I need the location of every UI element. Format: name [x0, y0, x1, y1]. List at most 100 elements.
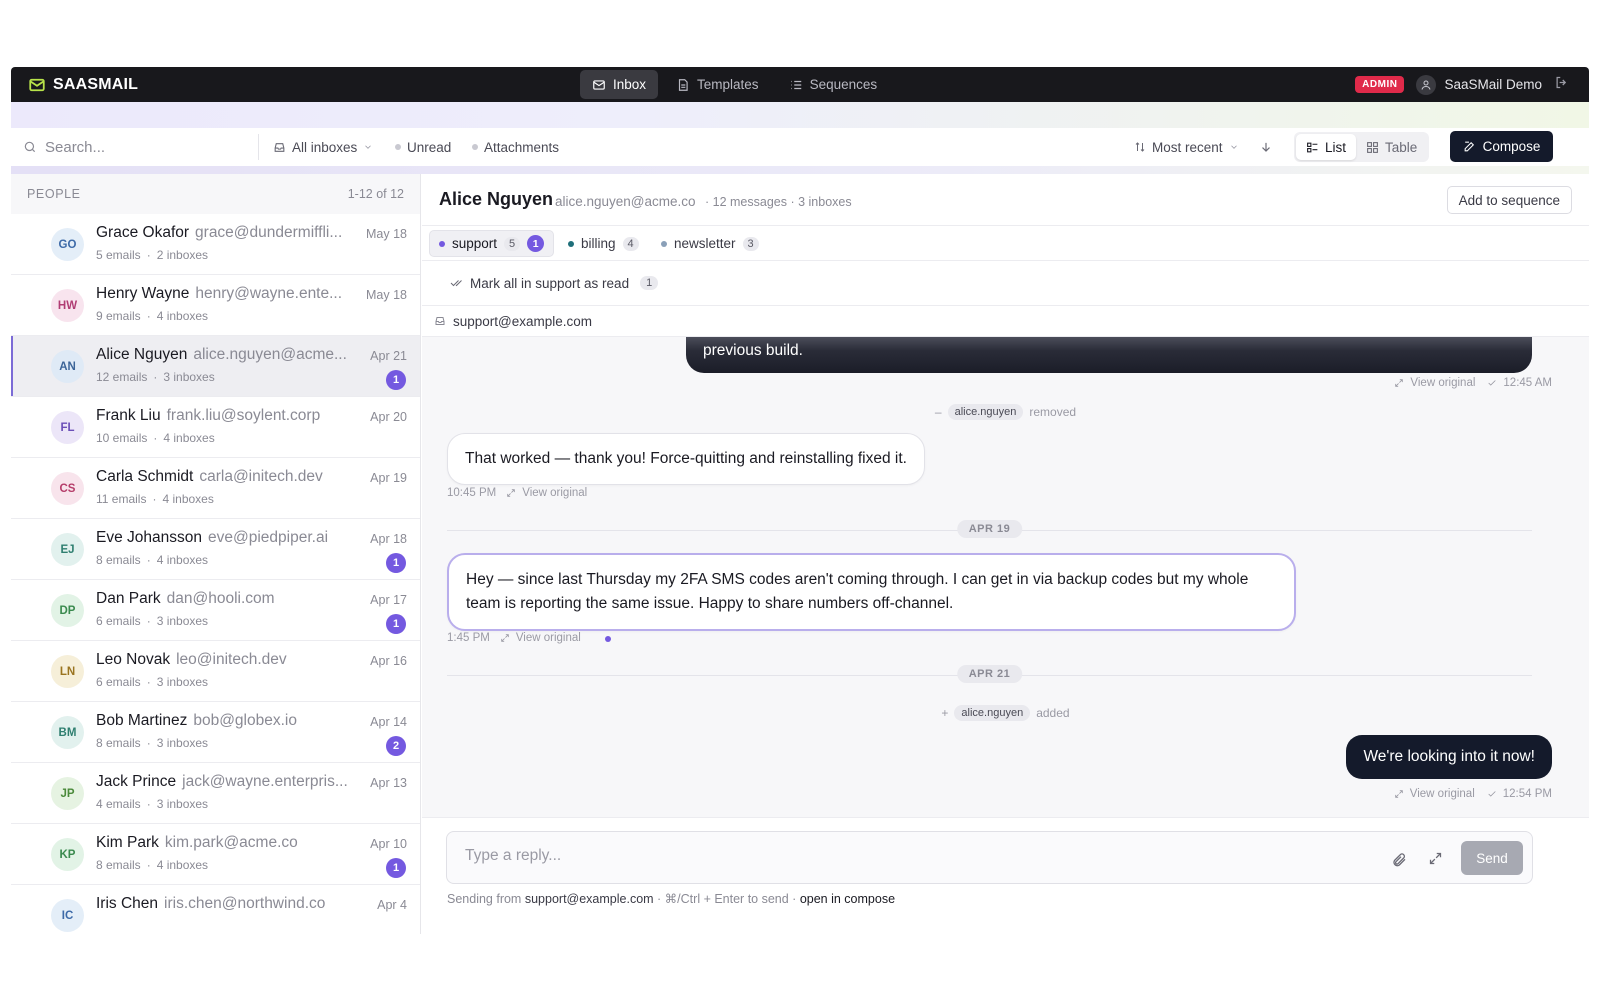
unread-filter-label: Unread [407, 139, 452, 155]
person-name: Dan Park [96, 590, 161, 607]
search-box[interactable]: Search... [23, 136, 253, 158]
unread-badge: 1 [386, 614, 406, 634]
person-meta: 9 emails · 4 inboxes [96, 309, 208, 323]
reply-input[interactable] [465, 847, 1265, 865]
person-row[interactable]: BM Bob Martinez bob@globex.io 8 emails · 3 in… [11, 702, 420, 763]
person-row[interactable]: KP Kim Park kim.park@acme.co 8 emails · 4 inb… [11, 824, 420, 885]
list-view-icon [1307, 142, 1318, 152]
people-count: 1-12 of 12 [347, 187, 404, 201]
person-row[interactable]: AN Alice Nguyen alice.nguyen@acme... 12 ema… [11, 336, 420, 397]
message-text: That worked — thank you! Force-quitting … [465, 450, 907, 467]
email-count: 8 emails [96, 736, 141, 750]
tab-count: 5 [504, 236, 521, 251]
tab-billing[interactable]: billing 4 [559, 230, 648, 257]
nav-inbox[interactable]: Inbox [580, 70, 659, 99]
paperclip-icon[interactable] [1391, 852, 1407, 868]
person-row[interactable]: LN Leo Novak leo@initech.dev 6 emails · 3 inb… [11, 641, 420, 702]
send-button[interactable]: Send [1461, 841, 1523, 875]
tab-unread-badge: 1 [527, 235, 545, 252]
mark-all-read-button[interactable]: Mark all in support as read 1 [422, 261, 1589, 306]
tab-support[interactable]: support 5 1 [429, 230, 555, 257]
search-icon [24, 141, 36, 153]
user-menu[interactable]: SaaSMail Demo [1416, 74, 1542, 95]
date-pill: APR 21 [956, 665, 1023, 683]
person-row[interactable]: DP Dan Park dan@hooli.com 6 emails · 3 inboxe… [11, 580, 420, 641]
inbox-count: 4 inboxes [156, 309, 209, 323]
hint-from-address: support@example.com [524, 892, 654, 906]
person-name-line: Leo Novak leo@initech.dev [96, 651, 358, 669]
person-row[interactable]: EJ Eve Johansson eve@piedpiper.ai 8 emails ·… [11, 519, 420, 580]
message-meta: View original 12:54 PM [1394, 788, 1552, 800]
view-original-link[interactable]: View original [1410, 377, 1475, 389]
expand-icon[interactable] [1428, 851, 1443, 866]
message-time: 10:45 PM [447, 487, 497, 499]
person-email: bob@globex.io [193, 712, 297, 729]
search-input[interactable]: Search... [45, 139, 105, 156]
inbox-tabs: support 5 1 billing 4 newsletter 3 [422, 226, 1589, 261]
person-row[interactable]: HW Henry Wayne henry@wayne.ente... 9 emails… [11, 275, 420, 336]
view-table-button[interactable]: Table [1356, 134, 1427, 160]
tab-dot [439, 240, 445, 247]
incoming-message-unread: Hey — since last Thursday my 2FA SMS cod… [447, 553, 1296, 631]
people-list: GO Grace Okafor grace@dundermiffli... 5 ema… [11, 214, 420, 934]
mark-all-label: Mark all in support as read [470, 275, 630, 291]
view-list-label: List [1325, 139, 1347, 155]
compose-button[interactable]: Compose [1450, 131, 1553, 162]
person-date: May 18 [366, 288, 407, 302]
contact-email: alice.nguyen@acme.co [555, 194, 696, 209]
check-icon [1488, 380, 1497, 386]
meta-separator: · [146, 797, 151, 811]
person-date: Apr 19 [370, 471, 407, 485]
message-thread[interactable]: previous build. View original 12:45 AM –… [422, 337, 1589, 817]
person-date: Apr 14 [370, 715, 407, 729]
view-original-link[interactable]: View original [522, 487, 587, 499]
view-list-button[interactable]: List [1296, 134, 1357, 160]
date-pill: APR 19 [956, 520, 1023, 538]
nav-sequences[interactable]: Sequences [777, 70, 890, 99]
person-meta: 6 emails · 3 inboxes [96, 675, 208, 689]
nav-templates[interactable]: Templates [664, 70, 771, 99]
person-date: Apr 13 [370, 776, 407, 790]
person-name-line: Carla Schmidt carla@initech.dev [96, 468, 358, 486]
attachments-filter[interactable]: Attachments [472, 128, 559, 166]
person-email: eve@piedpiper.ai [208, 529, 329, 546]
person-email: dan@hooli.com [166, 590, 275, 607]
unread-badge: 1 [386, 858, 406, 878]
inbox-filter-dropdown[interactable]: All inboxes [273, 128, 373, 166]
reply-area: Send Sending from support@example.com · … [422, 817, 1589, 934]
person-row[interactable]: IC Iris Chen iris.chen@northwind.co Apr 4 [11, 885, 420, 934]
tab-newsletter[interactable]: newsletter 3 [652, 230, 768, 257]
inbox-count: 3 inboxes [156, 675, 209, 689]
person-row[interactable]: CS Carla Schmidt carla@initech.dev 11 email… [11, 458, 420, 519]
person-name: Henry Wayne [96, 285, 190, 302]
person-row[interactable]: FL Frank Liu frank.liu@soylent.corp 10 emai… [11, 397, 420, 458]
inbox-tray-icon [274, 142, 285, 152]
header-gradient [11, 102, 1589, 128]
add-to-sequence-button[interactable]: Add to sequence [1446, 186, 1572, 214]
view-original-link[interactable]: View original [1410, 788, 1475, 800]
open-in-compose-link[interactable]: open in compose [800, 892, 895, 906]
person-row[interactable]: JP Jack Prince jack@wayne.enterpris... 4 em… [11, 763, 420, 824]
unread-filter[interactable]: Unread [395, 128, 451, 166]
arrow-down-icon[interactable] [1259, 140, 1273, 154]
person-name: Carla Schmidt [96, 468, 194, 485]
email-count: 12 emails [96, 370, 148, 384]
avatar: LN [51, 655, 84, 688]
person-date: Apr 18 [370, 532, 407, 546]
person-row[interactable]: GO Grace Okafor grace@dundermiffli... 5 ema… [11, 214, 420, 275]
person-meta: 4 emails · 3 inboxes [96, 797, 208, 811]
edit-icon [1464, 141, 1474, 152]
meta-separator: · [153, 431, 158, 445]
person-name-line: Henry Wayne henry@wayne.ente... [96, 285, 358, 303]
view-table-label: Table [1385, 139, 1418, 155]
person-date: Apr 16 [370, 654, 407, 668]
unread-badge: 1 [386, 553, 406, 573]
sort-dropdown[interactable]: Most recent [1134, 128, 1239, 166]
unread-filter-dot [395, 144, 401, 150]
logout-icon[interactable] [1554, 75, 1569, 95]
people-title: PEOPLE [27, 187, 81, 201]
view-original-link[interactable]: View original [516, 632, 581, 644]
check-icon [1488, 791, 1496, 797]
brand-logo[interactable]: SAASMAIL [28, 67, 138, 102]
reply-hint: Sending from support@example.com · ⌘/Ctr… [447, 891, 895, 906]
